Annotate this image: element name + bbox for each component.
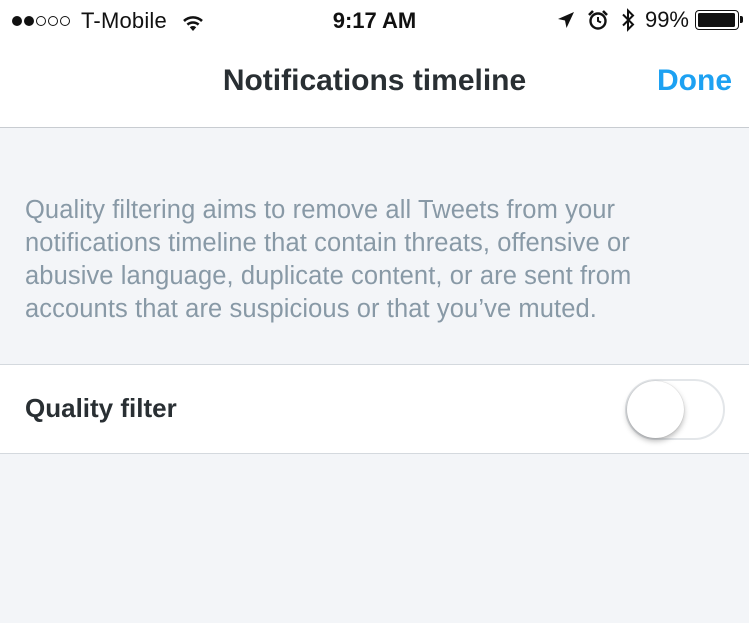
alarm-icon (587, 9, 609, 31)
toggle-knob (627, 381, 684, 438)
battery-fill (698, 13, 736, 27)
screen: T-Mobile 9:17 AM 99% Notifications timel… (0, 0, 749, 623)
battery-percent: 99% (644, 7, 689, 32)
quality-filter-toggle[interactable] (625, 379, 725, 440)
status-bar-right: 99% (545, 7, 743, 33)
location-arrow-icon (557, 11, 575, 29)
navigation-bar: Notifications timeline Done (0, 42, 749, 128)
page-title: Notifications timeline (222, 64, 527, 97)
battery-cap (740, 16, 743, 23)
quality-filter-row: Quality filter (0, 364, 749, 454)
battery-icon (695, 10, 743, 30)
done-button[interactable]: Done (657, 64, 732, 98)
header-area: T-Mobile 9:17 AM 99% Notifications timel… (0, 0, 749, 128)
bluetooth-icon (621, 8, 635, 32)
status-bar: T-Mobile 9:17 AM 99% (0, 0, 749, 42)
quality-filter-description: Quality filtering aims to remove all Twe… (25, 196, 632, 323)
quality-filter-label: Quality filter (25, 393, 177, 423)
